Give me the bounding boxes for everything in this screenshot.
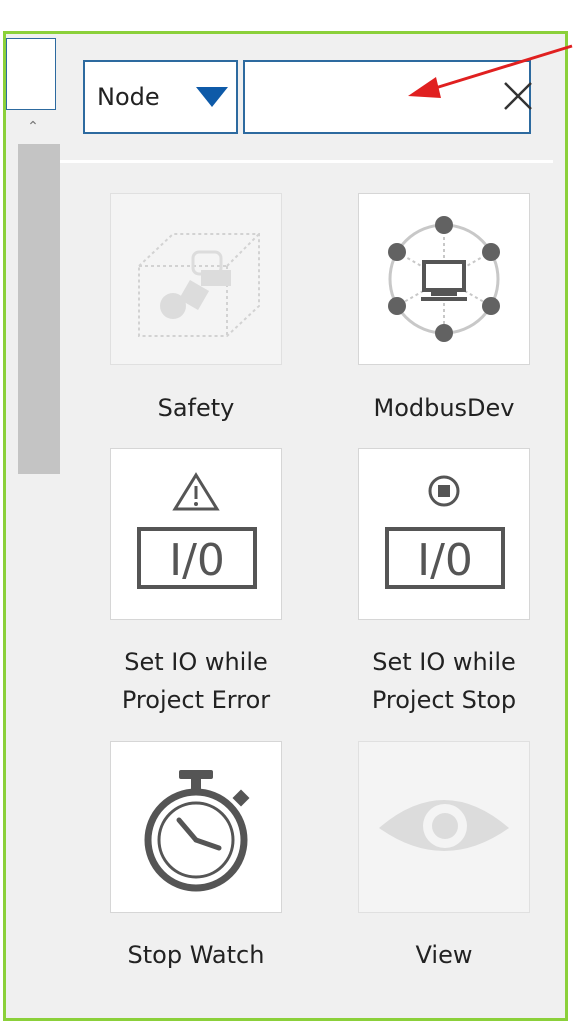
modbus-network-icon [388, 216, 500, 342]
scrollbar-thumb[interactable] [18, 144, 60, 474]
toolbar-divider [60, 160, 553, 163]
tile-caption-set-io-project-stop: Set IO while Project Stop [371, 648, 517, 714]
node-type-dropdown[interactable]: Node [83, 60, 238, 134]
left-text-field[interactable] [6, 38, 56, 110]
scroll-up-icon[interactable]: ⌃ [26, 120, 40, 134]
safety-icon [138, 233, 260, 337]
close-icon[interactable] [501, 79, 535, 113]
tile-set-io-project-stop[interactable]: I/0 [358, 448, 530, 620]
node-palette-panel: ⌃ Node Safety ModbusDev I/0 Set IO while… [3, 31, 568, 1021]
tile-caption-modbusdev: ModbusDev [373, 394, 515, 422]
tile-stop-watch[interactable] [110, 741, 282, 913]
svg-text:I/0: I/0 [169, 535, 225, 586]
io-stop-icon: I/0 [385, 475, 505, 589]
search-input[interactable] [243, 60, 531, 134]
dropdown-selected-value: Node [97, 83, 160, 111]
tile-view[interactable] [358, 741, 530, 913]
chevron-down-icon [196, 87, 228, 107]
tile-caption-set-io-project-error: Set IO while Project Error [121, 648, 271, 714]
io-warning-icon: I/0 [137, 472, 257, 589]
svg-text:I/0: I/0 [417, 535, 473, 586]
palette-content: Node Safety ModbusDev I/0 Set IO while P… [60, 34, 565, 1018]
tile-set-io-project-error[interactable]: I/0 [110, 448, 282, 620]
tile-caption-stop-watch: Stop Watch [127, 941, 265, 969]
left-editor-strip: ⌃ [6, 34, 60, 1018]
tile-caption-safety: Safety [157, 394, 235, 422]
tile-caption-view: View [415, 941, 473, 969]
eye-icon [379, 800, 509, 851]
stopwatch-icon [144, 770, 250, 892]
tile-modbusdev[interactable] [358, 193, 530, 365]
tile-safety[interactable] [110, 193, 282, 365]
